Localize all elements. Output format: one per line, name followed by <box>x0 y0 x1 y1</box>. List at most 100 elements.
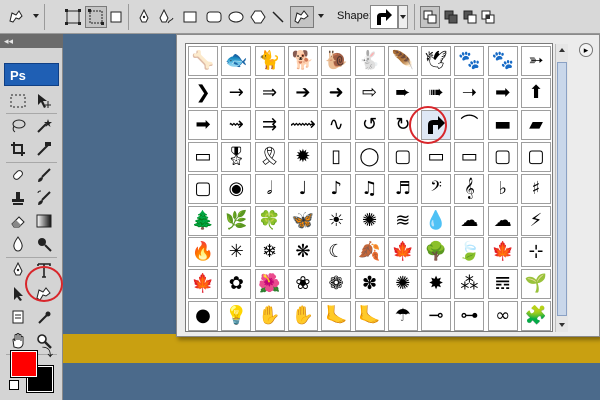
shape-cell[interactable]: 𝅗𝅥 <box>254 173 285 204</box>
shape-cell[interactable]: ✋ <box>287 301 318 332</box>
shape-cell[interactable]: ▢ <box>487 141 518 172</box>
shape-cell[interactable]: 🍀 <box>254 205 285 236</box>
shape-cell[interactable]: ▢ <box>521 141 551 172</box>
intersect-shape-icon[interactable] <box>479 6 497 28</box>
shape-cell[interactable]: ⇨ <box>354 77 385 108</box>
shape-cell[interactable]: ◯ <box>354 141 385 172</box>
freeform-pen-icon[interactable] <box>156 6 176 28</box>
shape-cell[interactable]: ⇉ <box>254 109 285 140</box>
clone-stamp-icon[interactable] <box>6 187 30 209</box>
shape-cell[interactable]: ➨ <box>387 77 418 108</box>
shape-cell[interactable]: ♭ <box>487 173 518 204</box>
new-layer-icon[interactable] <box>420 6 440 28</box>
shape-cell[interactable]: ✿ <box>221 269 252 300</box>
notes-tool-icon[interactable] <box>6 307 30 329</box>
shape-cell[interactable]: ♫ <box>354 173 385 204</box>
shape-cell[interactable]: ▢ <box>387 141 418 172</box>
shape-cell[interactable]: 🧩 <box>521 301 551 332</box>
shape-cell[interactable]: ✽ <box>354 269 385 300</box>
eraser-tool-icon[interactable] <box>6 210 30 232</box>
shape-cell[interactable]: ↺ <box>354 109 385 140</box>
gradient-tool-icon[interactable] <box>32 210 56 232</box>
shape-cell[interactable]: ✺ <box>387 269 418 300</box>
shape-cell[interactable]: 🍁 <box>387 237 418 268</box>
shape-cell[interactable]: 🔥 <box>188 237 218 268</box>
shape-cell[interactable]: ◉ <box>221 173 252 204</box>
shape-cell[interactable]: 🍃 <box>454 237 485 268</box>
shape-cell[interactable]: ✸ <box>421 269 452 300</box>
history-brush-icon[interactable] <box>32 187 56 209</box>
shape-cell[interactable]: ❋ <box>287 237 318 268</box>
lasso-tool-icon[interactable] <box>6 115 30 137</box>
shape-cell[interactable]: 💡 <box>221 301 252 332</box>
crop-tool-icon[interactable] <box>6 138 30 160</box>
shape-cell[interactable]: ☁ <box>487 205 518 236</box>
shape-cell[interactable]: 🐾 <box>454 46 485 76</box>
shape-cell[interactable]: ⁂ <box>454 269 485 300</box>
dodge-tool-icon[interactable] <box>32 233 56 255</box>
scroll-up-icon[interactable] <box>557 45 567 55</box>
shape-cell[interactable]: ⌒ <box>454 109 485 140</box>
move-tool-icon[interactable] <box>32 90 56 112</box>
shape-cell[interactable]: 🍁 <box>188 269 218 300</box>
shape-cell[interactable]: ▭ <box>454 141 485 172</box>
shape-cell[interactable]: 𝌋 <box>487 269 518 300</box>
shape-cell[interactable]: ∿ <box>321 109 352 140</box>
eyedropper-icon[interactable] <box>32 307 56 329</box>
shape-cell[interactable]: ➠ <box>421 77 452 108</box>
shape-cell[interactable]: 🍂 <box>354 237 385 268</box>
brush-tool-icon[interactable] <box>32 164 56 186</box>
fill-pixels-icon[interactable] <box>107 6 125 28</box>
shape-cell[interactable]: ● <box>188 301 218 332</box>
shape-cell[interactable]: 🎗 <box>254 141 285 172</box>
foreground-color-swatch[interactable] <box>10 350 38 378</box>
blur-tool-icon[interactable] <box>6 233 30 255</box>
shape-cell[interactable]: 🦋 <box>287 205 318 236</box>
shape-cell[interactable]: ⚡ <box>521 205 551 236</box>
shape-cell[interactable]: ➜ <box>321 77 352 108</box>
hand-tool-icon[interactable] <box>6 330 30 352</box>
shape-cell[interactable]: 🐾 <box>487 46 518 76</box>
shape-cell[interactable]: 🎖 <box>221 141 252 172</box>
shape-cell[interactable]: 🌺 <box>254 269 285 300</box>
custom-shape-caret-icon[interactable] <box>318 14 324 18</box>
swap-colors-icon[interactable]: ⤵ <box>42 348 53 359</box>
shape-cell[interactable]: ❄ <box>254 237 285 268</box>
scroll-down-icon[interactable] <box>557 320 567 330</box>
subtract-shape-icon[interactable] <box>461 6 479 28</box>
magic-wand-icon[interactable] <box>32 115 56 137</box>
pen-icon[interactable] <box>134 6 154 28</box>
shape-cell[interactable]: ⇒ <box>254 77 285 108</box>
shape-cell[interactable]: ✋ <box>254 301 285 332</box>
shape-cell[interactable]: ⊶ <box>454 301 485 332</box>
shape-cell[interactable]: ∞ <box>487 301 518 332</box>
shape-cell[interactable]: → <box>221 77 252 108</box>
shape-layers-icon[interactable] <box>62 6 84 28</box>
toolbox-header[interactable]: ◂◂ <box>0 34 63 48</box>
healing-brush-icon[interactable] <box>6 164 30 186</box>
rounded-rectangle-icon[interactable] <box>204 6 224 28</box>
shape-cell[interactable]: 𝄞 <box>454 173 485 204</box>
paths-icon[interactable] <box>85 6 107 28</box>
tool-preset-icon[interactable] <box>4 6 30 28</box>
marquee-tool-icon[interactable] <box>6 90 30 112</box>
shape-preview-arrow-icon[interactable] <box>370 5 398 29</box>
shape-cell[interactable]: 🦶 <box>321 301 352 332</box>
shape-cell[interactable]: 🐌 <box>321 46 352 76</box>
shape-cell[interactable]: 🪶 <box>387 46 418 76</box>
tool-preset-caret-icon[interactable] <box>33 14 39 18</box>
shape-cell[interactable]: ▰ <box>521 109 551 140</box>
shape-cell[interactable]: 🐈 <box>254 46 285 76</box>
shape-cell[interactable]: ⟿ <box>287 109 318 140</box>
shape-cell[interactable]: ▭ <box>188 141 218 172</box>
picker-scrollbar[interactable] <box>555 44 568 332</box>
shape-cell[interactable]: ⊹ <box>521 237 551 268</box>
shape-cell[interactable]: ⊸ <box>421 301 452 332</box>
shape-cell[interactable]: ▭ <box>421 141 452 172</box>
slice-tool-icon[interactable] <box>32 138 56 160</box>
shape-cell[interactable]: ➔ <box>287 77 318 108</box>
shape-cell[interactable]: ❯ <box>188 77 218 108</box>
shape-cell[interactable]: ✳ <box>221 237 252 268</box>
shape-cell[interactable]: 🌲 <box>188 205 218 236</box>
polygon-icon[interactable] <box>248 6 268 28</box>
